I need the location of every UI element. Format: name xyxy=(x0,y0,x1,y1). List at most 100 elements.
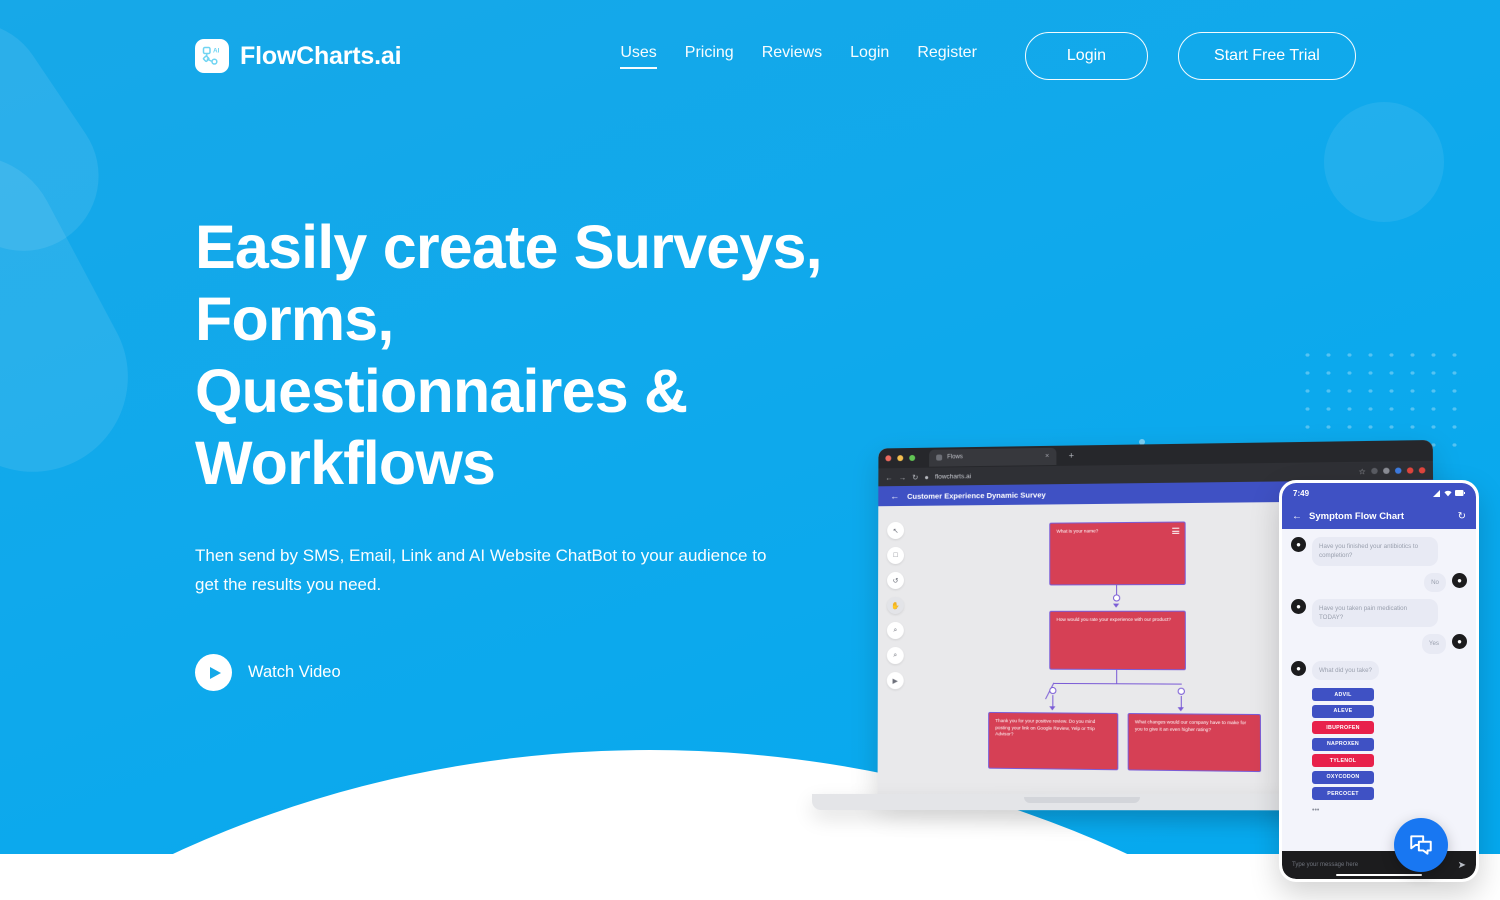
status-icons xyxy=(1433,489,1465,497)
watch-video-button[interactable]: Watch Video xyxy=(195,654,341,692)
new-tab-icon[interactable]: + xyxy=(1069,451,1074,461)
phone-mockup: 7:49 ← Symptom Flow Chart ↻ ● Have you f… xyxy=(1279,480,1479,882)
flow-node[interactable]: What is your name? xyxy=(1049,521,1186,586)
tab-close-icon[interactable]: × xyxy=(1045,452,1049,459)
headline-line-3: Questionnaires & xyxy=(195,356,688,425)
nav-item-reviews[interactable]: Reviews xyxy=(762,44,822,69)
profile-avatar[interactable] xyxy=(1418,467,1426,474)
typing-indicator: ••• xyxy=(1312,807,1320,815)
nav-item-login[interactable]: Login xyxy=(850,44,889,69)
chat-input-bar[interactable]: Type your message here ➤ xyxy=(1282,851,1476,879)
lock-icon: ● xyxy=(924,472,929,482)
chat-message-user: Yes ● xyxy=(1291,634,1467,654)
flow-edge-arrow-3 xyxy=(1177,707,1184,712)
hero-subheadline: Then send by SMS, Email, Link and AI Web… xyxy=(195,545,767,595)
reload-icon[interactable]: ↻ xyxy=(912,472,918,481)
medication-option-aleve[interactable]: ALEVE xyxy=(1312,704,1374,718)
phone-title: Symptom Flow Chart xyxy=(1309,510,1405,522)
chat-message-bot: ● Have you finished your antibiotics to … xyxy=(1291,537,1467,566)
page-title: Easily create Surveys, Forms, Questionna… xyxy=(195,212,895,500)
flow-node-text: Thank you for your positive review. Do y… xyxy=(995,718,1096,737)
chat-message-user: No ● xyxy=(1291,572,1467,592)
headline-line-4: Workflows xyxy=(195,428,496,497)
play-icon xyxy=(195,654,232,692)
app-title: Customer Experience Dynamic Survey xyxy=(907,489,1046,501)
nav-item-uses[interactable]: Uses xyxy=(620,44,658,69)
headline-line-1: Easily create Surveys, xyxy=(195,213,823,281)
tab-title: Flows xyxy=(947,454,963,461)
bot-avatar-icon: ● xyxy=(1291,537,1306,552)
bot-avatar-icon: ● xyxy=(1291,660,1306,676)
tab-favicon-icon xyxy=(936,454,943,461)
chat-bubble-text: Have you taken pain medication TODAY? xyxy=(1312,598,1438,628)
extension-icon-2[interactable] xyxy=(1383,467,1390,474)
landing-page: AI FlowCharts.ai Uses Pricing Reviews Lo… xyxy=(0,0,1500,900)
flow-edge-ring-2 xyxy=(1049,686,1057,695)
phone-refresh-icon[interactable]: ↻ xyxy=(1458,511,1466,522)
status-time: 7:49 xyxy=(1293,488,1310,498)
flow-node[interactable]: How would you rate your experience with … xyxy=(1049,610,1186,671)
phone-back-icon[interactable]: ← xyxy=(1292,511,1302,522)
chat-bubble-text: What did you take? xyxy=(1312,660,1379,681)
medication-option-oxycodon[interactable]: OXYCODON xyxy=(1312,770,1374,784)
flow-edge-2 xyxy=(1116,669,1118,684)
home-indicator xyxy=(1336,873,1422,876)
flow-node[interactable]: What changes would our company have to m… xyxy=(1127,713,1262,773)
hero-section: Easily create Surveys, Forms, Questionna… xyxy=(195,212,895,692)
flow-node-text: How would you rate your experience with … xyxy=(1056,616,1172,622)
chat-bubble-text: No xyxy=(1424,572,1446,592)
chat-bubble-text: Yes xyxy=(1421,634,1446,654)
medication-options: ADVIL ALEVE IBUPROFEN NAPROXEN TYLENOL O… xyxy=(1312,688,1467,801)
chat-bubble-text: Have you finished your antibiotics to co… xyxy=(1312,537,1438,566)
chat-message-bot: ● What did you take? xyxy=(1291,660,1467,681)
medication-option-percocet[interactable]: PERCOCET xyxy=(1312,787,1374,801)
laptop-notch xyxy=(1024,797,1140,803)
battery-icon xyxy=(1455,490,1465,496)
nav-item-register[interactable]: Register xyxy=(917,44,977,69)
medication-option-naproxen[interactable]: NAPROXEN xyxy=(1312,737,1374,751)
chat-message-bot: ● Have you taken pain medication TODAY? xyxy=(1291,598,1467,628)
extension-icon-4[interactable] xyxy=(1406,467,1414,474)
bookmark-star-icon[interactable]: ☆ xyxy=(1359,466,1366,475)
chat-widget-button[interactable] xyxy=(1394,818,1448,872)
node-menu-icon[interactable] xyxy=(1172,527,1180,534)
flow-edge-arrow-1 xyxy=(1112,603,1120,608)
site-header: AI FlowCharts.ai Uses Pricing Reviews Lo… xyxy=(0,0,1500,112)
flow-node-text: What is your name? xyxy=(1056,528,1099,534)
phone-status-bar: 7:49 xyxy=(1282,483,1476,503)
decorative-circle xyxy=(1324,102,1444,222)
flow-node-text: What changes would our company have to m… xyxy=(1134,719,1247,732)
flow-edge-ring-1 xyxy=(1112,594,1121,602)
nav-item-pricing[interactable]: Pricing xyxy=(685,44,734,69)
medication-option-ibuprofen[interactable]: IBUPROFEN xyxy=(1312,721,1374,735)
wifi-icon xyxy=(1444,490,1452,496)
window-minimize-icon[interactable] xyxy=(897,455,904,462)
forward-icon[interactable]: → xyxy=(899,473,906,482)
decorative-dot-grid xyxy=(1294,343,1470,455)
send-icon[interactable]: ➤ xyxy=(1458,860,1466,871)
extension-icon-1[interactable] xyxy=(1371,467,1378,475)
start-free-trial-button[interactable]: Start Free Trial xyxy=(1178,32,1356,80)
brand-name: FlowCharts.ai xyxy=(240,41,402,70)
signal-icon xyxy=(1433,489,1440,497)
bottom-white-band xyxy=(0,854,1500,900)
browser-extension-icons: ☆ xyxy=(1359,466,1426,476)
browser-tab[interactable]: Flows × xyxy=(929,447,1057,467)
chat-thread: ● Have you finished your antibiotics to … xyxy=(1282,529,1476,851)
header-actions: Login Start Free Trial xyxy=(1024,32,1356,80)
extension-icon-3[interactable] xyxy=(1394,467,1402,474)
window-maximize-icon[interactable] xyxy=(909,454,916,461)
medication-option-tylenol[interactable]: TYLENOL xyxy=(1312,754,1374,768)
flow-edge-ring-3 xyxy=(1177,687,1185,695)
flow-node[interactable]: Thank you for your positive review. Do y… xyxy=(988,711,1119,771)
chat-bubble-icon xyxy=(1410,835,1432,855)
login-button[interactable]: Login xyxy=(1024,32,1149,80)
flow-edge-split-right xyxy=(1117,683,1182,686)
phone-app-bar: ← Symptom Flow Chart ↻ xyxy=(1282,503,1476,529)
brand-logo[interactable]: AI FlowCharts.ai xyxy=(195,39,402,73)
address-bar-url[interactable]: flowcharts.ai xyxy=(935,468,1352,480)
phone-screen: 7:49 ← Symptom Flow Chart ↻ ● Have you f… xyxy=(1282,483,1476,879)
main-nav: Uses Pricing Reviews Login Register xyxy=(620,44,977,69)
medication-option-advil[interactable]: ADVIL xyxy=(1312,688,1374,702)
user-avatar-icon: ● xyxy=(1452,572,1467,588)
